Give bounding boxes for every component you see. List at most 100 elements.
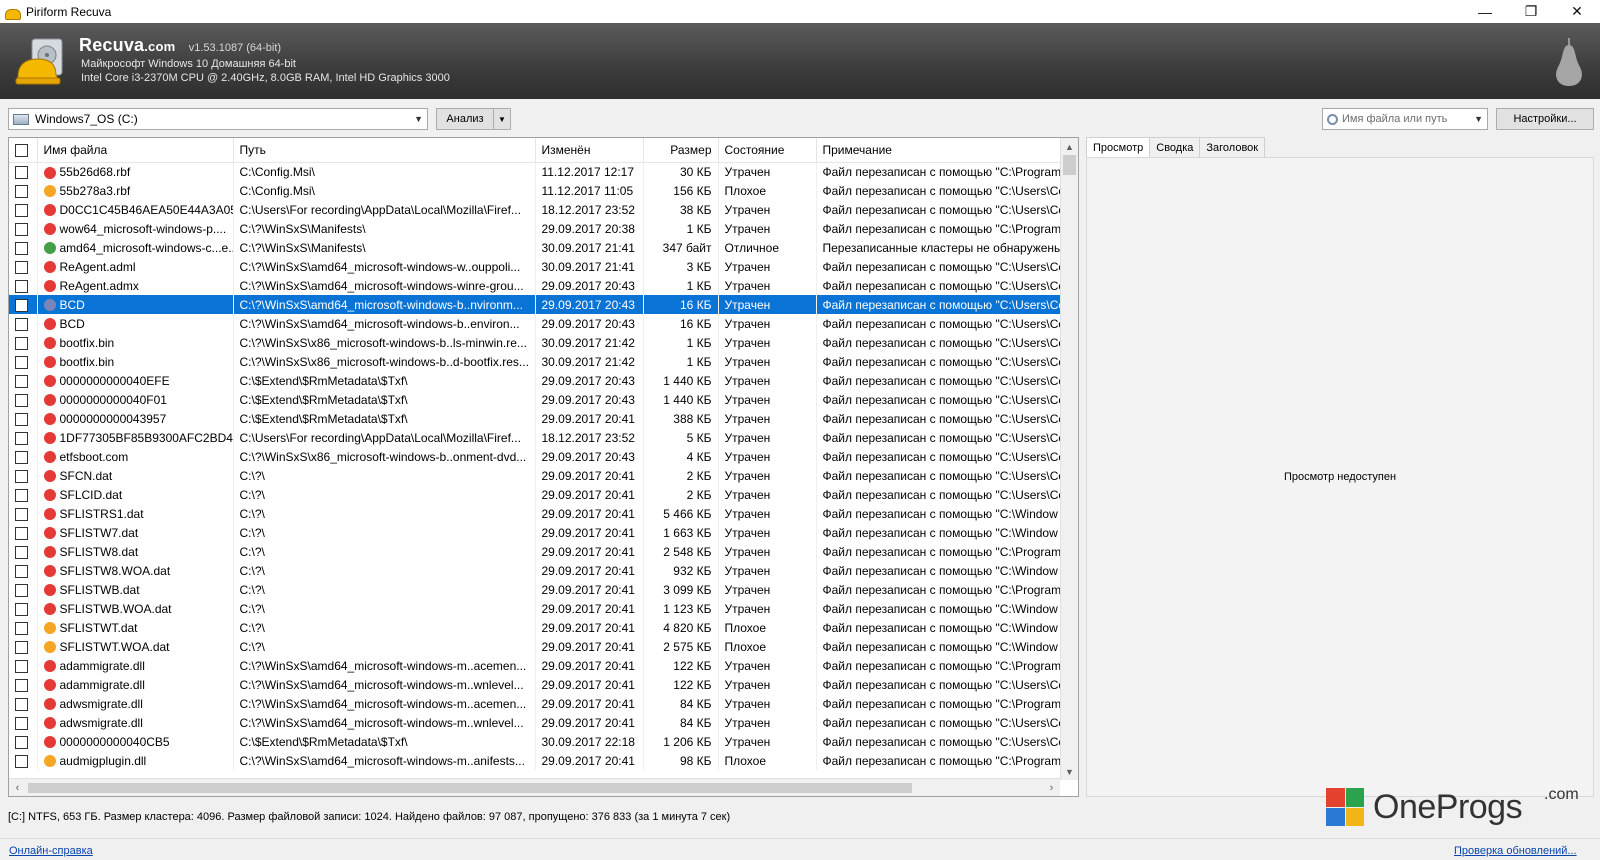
analyze-button[interactable]: Анализ ▼ [436,108,511,130]
row-checkbox[interactable] [9,352,38,371]
checkbox[interactable] [15,260,28,274]
checkbox[interactable] [15,203,28,217]
checkbox[interactable] [15,412,28,426]
checkbox[interactable] [15,621,28,635]
checkbox[interactable] [15,469,28,483]
checkbox[interactable] [15,659,28,673]
row-checkbox[interactable] [9,428,38,447]
checkbox[interactable] [15,545,28,559]
checkbox[interactable] [15,317,28,331]
row-checkbox[interactable] [9,466,38,485]
table-row[interactable]: BCD C:\?\WinSxS\amd64_microsoft-windows-b… [9,295,1061,314]
table-row[interactable]: adammigrate.dll C:\?\WinSxS\amd64_microso… [9,656,1061,675]
horizontal-scrollbar[interactable]: ‹ › [9,778,1060,796]
checkbox[interactable] [15,184,28,198]
scroll-left-icon[interactable]: ‹ [9,779,26,796]
checkbox[interactable] [15,431,28,445]
scroll-up-icon[interactable]: ▲ [1061,138,1078,155]
checkbox[interactable] [15,165,28,179]
checkbox[interactable] [15,697,28,711]
table-row[interactable]: SFLISTW7.dat C:\?\ 29.09.2017 20:41 1 663 К… [9,523,1061,542]
table-row[interactable]: BCD C:\?\WinSxS\amd64_microsoft-windows-b… [9,314,1061,333]
column-header-size[interactable]: Размер [643,138,719,163]
table-row[interactable]: ReAgent.adml C:\?\WinSxS\amd64_microsoft-… [9,257,1061,276]
table-row[interactable]: SFLISTWB.WOA.dat C:\?\ 29.09.2017 20:41 1 1… [9,599,1061,618]
table-row[interactable]: adammigrate.dll C:\?\WinSxS\amd64_microso… [9,675,1061,694]
row-checkbox[interactable] [9,276,38,295]
checkbox[interactable] [15,507,28,521]
table-row[interactable]: D0CC1C45B46AEA50E44A3A05... C:\Users\For … [9,200,1061,219]
checkbox[interactable] [15,241,28,255]
checkbox[interactable] [15,355,28,369]
table-row[interactable]: SFCN.dat C:\?\ 29.09.2017 20:41 2 КБ Утрачен… [9,466,1061,485]
column-header-filename[interactable]: Имя файла [37,138,234,163]
minimize-button[interactable]: — [1462,0,1508,23]
vertical-scroll-thumb[interactable] [1063,155,1076,175]
maximize-button[interactable]: ❐ [1508,0,1554,23]
row-checkbox[interactable] [9,694,38,713]
analyze-dropdown-arrow-icon[interactable]: ▼ [493,109,510,129]
row-checkbox[interactable] [9,181,38,200]
column-header-path[interactable]: Путь [233,138,536,163]
table-row[interactable]: SFLISTW8.WOA.dat C:\?\ 29.09.2017 20:41 932… [9,561,1061,580]
close-button[interactable]: ✕ [1554,0,1600,23]
table-row[interactable]: bootfix.bin C:\?\WinSxS\x86_microsoft-win… [9,333,1061,352]
drive-select[interactable]: Windows7_OS (C:) ▼ [8,108,428,130]
table-row[interactable]: audmigplugin.dll C:\?\WinSxS\amd64_micros… [9,751,1061,770]
tab-summary[interactable]: Сводка [1149,137,1201,157]
tab-header[interactable]: Заголовок [1199,137,1266,157]
table-row[interactable]: bootfix.bin C:\?\WinSxS\x86_microsoft-win… [9,352,1061,371]
row-checkbox[interactable] [9,257,38,276]
checkbox[interactable] [15,564,28,578]
checkbox[interactable] [15,754,28,768]
checkbox[interactable] [15,393,28,407]
checkbox[interactable] [15,678,28,692]
table-row[interactable]: 0000000000040EFE C:\$Extend\$RmMetadata\$… [9,371,1061,390]
checkbox[interactable] [15,526,28,540]
table-row[interactable]: 1DF77305BF85B9300AFC2BD4E4...C:\Users\Fo… [9,428,1061,447]
table-row[interactable]: etfsboot.com C:\?\WinSxS\x86_microsoft-wi… [9,447,1061,466]
row-checkbox[interactable] [9,675,38,694]
row-checkbox[interactable] [9,580,38,599]
row-checkbox[interactable] [9,561,38,580]
column-header-modified[interactable]: Изменён [535,138,644,163]
column-header-note[interactable]: Примечание [816,138,1061,163]
column-header-state[interactable]: Состояние [718,138,817,163]
vertical-scrollbar[interactable]: ▲ ▼ [1060,138,1078,780]
scroll-down-icon[interactable]: ▼ [1061,763,1078,780]
checkbox[interactable] [15,336,28,350]
row-checkbox[interactable] [9,333,38,352]
checkbox[interactable] [15,735,28,749]
row-checkbox[interactable] [9,162,38,181]
table-row[interactable]: SFLCID.dat C:\?\ 29.09.2017 20:41 2 КБ Утрач… [9,485,1061,504]
checkbox[interactable] [15,298,28,312]
row-checkbox[interactable] [9,447,38,466]
row-checkbox[interactable] [9,599,38,618]
row-checkbox[interactable] [9,295,38,314]
row-checkbox[interactable] [9,504,38,523]
tab-preview[interactable]: Просмотр [1086,137,1151,158]
checkbox[interactable] [15,583,28,597]
checkbox[interactable] [15,488,28,502]
table-row[interactable]: 0000000000040F01 C:\$Extend\$RmMetadata\$… [9,390,1061,409]
row-checkbox[interactable] [9,637,38,656]
table-row[interactable]: SFLISTW8.dat C:\?\ 29.09.2017 20:41 2 548 К… [9,542,1061,561]
row-checkbox[interactable] [9,751,38,770]
checkbox[interactable] [15,374,28,388]
table-row[interactable]: wow64_microsoft-windows-p.... C:\?\WinSxS… [9,219,1061,238]
row-checkbox[interactable] [9,713,38,732]
row-checkbox[interactable] [9,656,38,675]
row-checkbox[interactable] [9,219,38,238]
checkbox[interactable] [15,716,28,730]
chevron-down-icon[interactable]: ▼ [1474,114,1483,124]
online-help-link[interactable]: Онлайн-справка [9,845,93,857]
row-checkbox[interactable] [9,200,38,219]
checkbox[interactable] [15,222,28,236]
row-checkbox[interactable] [9,238,38,257]
row-checkbox[interactable] [9,390,38,409]
checkbox[interactable] [15,602,28,616]
row-checkbox[interactable] [9,732,38,751]
table-row[interactable]: adwsmigrate.dll C:\?\WinSxS\amd64_microso… [9,694,1061,713]
row-checkbox[interactable] [9,523,38,542]
checkbox[interactable] [15,640,28,654]
